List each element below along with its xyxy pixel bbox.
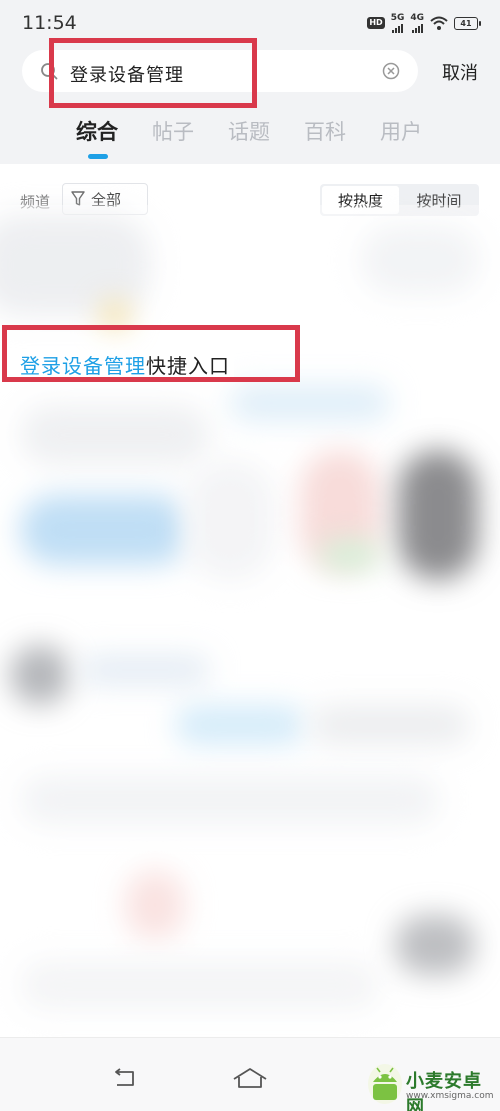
clear-icon[interactable] <box>382 62 400 80</box>
net-label-4g: 4G <box>410 12 424 23</box>
signal-4g-icon: 4G <box>410 12 424 33</box>
result-tabs: 综合 帖子 话题 百科 用户 <box>0 116 500 156</box>
signal-bars <box>411 23 423 33</box>
watermark-url: www.xmsigma.com <box>406 1091 494 1101</box>
tab-users[interactable]: 用户 <box>380 116 422 146</box>
battery-icon: 41 <box>454 16 481 30</box>
signal-bars <box>392 23 404 33</box>
tab-posts[interactable]: 帖子 <box>152 116 194 146</box>
wifi-icon <box>430 16 448 30</box>
status-time: 11:54 <box>22 12 77 34</box>
watermark: 小麦安卓网 www.xmsigma.com <box>366 1060 500 1111</box>
net-label-5g: 5G <box>390 12 405 23</box>
hd-badge: HD <box>367 17 385 29</box>
tab-topics[interactable]: 话题 <box>228 116 270 146</box>
signal-5g-icon: 5G <box>390 12 405 33</box>
tab-comprehensive[interactable]: 综合 <box>76 116 118 146</box>
active-tab-indicator <box>88 154 108 159</box>
annotation-frame-result <box>2 325 300 382</box>
tab-wiki[interactable]: 百科 <box>304 116 346 146</box>
watermark-brand: 小麦安卓网 <box>406 1071 482 1111</box>
back-nav-button[interactable] <box>104 1064 144 1092</box>
back-nav-icon <box>115 1068 134 1086</box>
status-icons: HD 5G 4G 41 <box>367 12 481 33</box>
android-logo-icon <box>368 1064 402 1104</box>
battery-level: 41 <box>460 18 472 28</box>
home-nav-icon <box>233 1068 267 1088</box>
home-nav-button[interactable] <box>230 1064 270 1092</box>
annotation-frame-search <box>49 38 257 108</box>
cancel-button[interactable]: 取消 <box>442 59 478 85</box>
